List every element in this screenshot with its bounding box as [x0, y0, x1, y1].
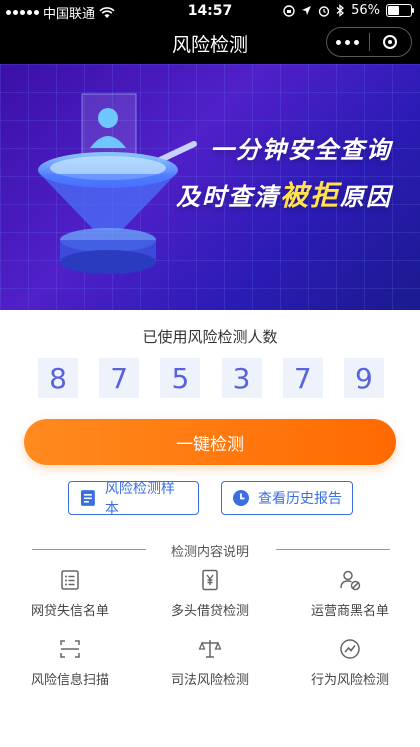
feature-item[interactable]: 运营商黑名单: [280, 568, 420, 619]
target-icon: [383, 35, 398, 49]
battery-icon: [386, 4, 414, 17]
feature-grid: 网贷失信名单 多头借贷检测 运营商黑名单 风险信息扫描 司法风险检测 行为风险检…: [0, 568, 420, 688]
feature-label: 司法风险检测: [170, 673, 249, 688]
feature-item[interactable]: 司法风险检测: [140, 637, 280, 688]
counter-digit: 5: [160, 358, 201, 398]
section-title: 检测内容说明: [170, 545, 249, 560]
feature-item[interactable]: 多头借贷检测: [140, 568, 280, 619]
banner-slogan-highlight: 被拒: [279, 179, 340, 212]
counter-digit: 3: [221, 358, 262, 398]
more-button[interactable]: [327, 28, 369, 56]
one-click-check-button[interactable]: 一键检测: [24, 419, 396, 465]
trend-icon: [340, 639, 360, 659]
location-icon: [302, 6, 312, 15]
clock-icon: [233, 490, 249, 506]
feature-label: 运营商黑名单: [310, 604, 389, 619]
bluetooth-icon: [336, 4, 345, 17]
alarm-icon: [318, 5, 330, 17]
close-program-button[interactable]: [370, 28, 412, 56]
user-block-icon: [340, 570, 361, 591]
section-divider: 检测内容说明: [0, 541, 420, 560]
feature-item[interactable]: 风险信息扫描: [0, 637, 140, 688]
counter-digit: 9: [343, 358, 384, 398]
document-icon: [80, 490, 95, 506]
banner-slogan-2-suffix: 原因: [340, 183, 392, 211]
scale-icon: [198, 640, 222, 658]
history-report-button[interactable]: 查看历史报告: [221, 481, 353, 515]
feature-label: 行为风险检测: [310, 673, 389, 688]
lock-rotation-icon: [283, 4, 295, 17]
history-report-label: 查看历史报告: [258, 491, 342, 507]
risk-sample-button[interactable]: 风险检测样本: [68, 481, 199, 517]
banner-slogan-2: 及时查清被拒原因: [176, 174, 392, 214]
counter-label: 已使用风险检测人数: [142, 328, 278, 346]
list-icon: [61, 570, 79, 590]
scan-icon: [60, 640, 80, 658]
feature-label: 多头借贷检测: [170, 604, 249, 619]
battery-percent: 56%: [351, 3, 380, 18]
yuan-icon: [202, 569, 218, 591]
status-bar: 中国联通 14:57 56%: [0, 0, 420, 22]
more-dots-icon: [336, 39, 360, 45]
feature-label: 网贷失信名单: [30, 604, 109, 619]
counter-digit: 7: [282, 358, 323, 398]
counter-digit: 7: [99, 358, 140, 398]
counter-digit: 8: [38, 358, 78, 398]
top-bar: 中国联通 14:57 56% 风险检测: [0, 0, 420, 64]
mini-program-capsule: [326, 27, 412, 57]
promo-banner: 一分钟安全查询 及时查清被拒原因: [0, 64, 420, 310]
risk-sample-label: 风险检测样本: [104, 481, 175, 517]
banner-slogan-1: 一分钟安全查询: [210, 136, 392, 164]
counter-digits: 8 7 5 3 7 9: [38, 358, 384, 398]
feature-item[interactable]: 行为风险检测: [280, 637, 420, 688]
banner-slogan-2-prefix: 及时查清: [175, 183, 280, 211]
feature-item[interactable]: 网贷失信名单: [0, 568, 140, 619]
feature-label: 风险信息扫描: [30, 673, 109, 688]
